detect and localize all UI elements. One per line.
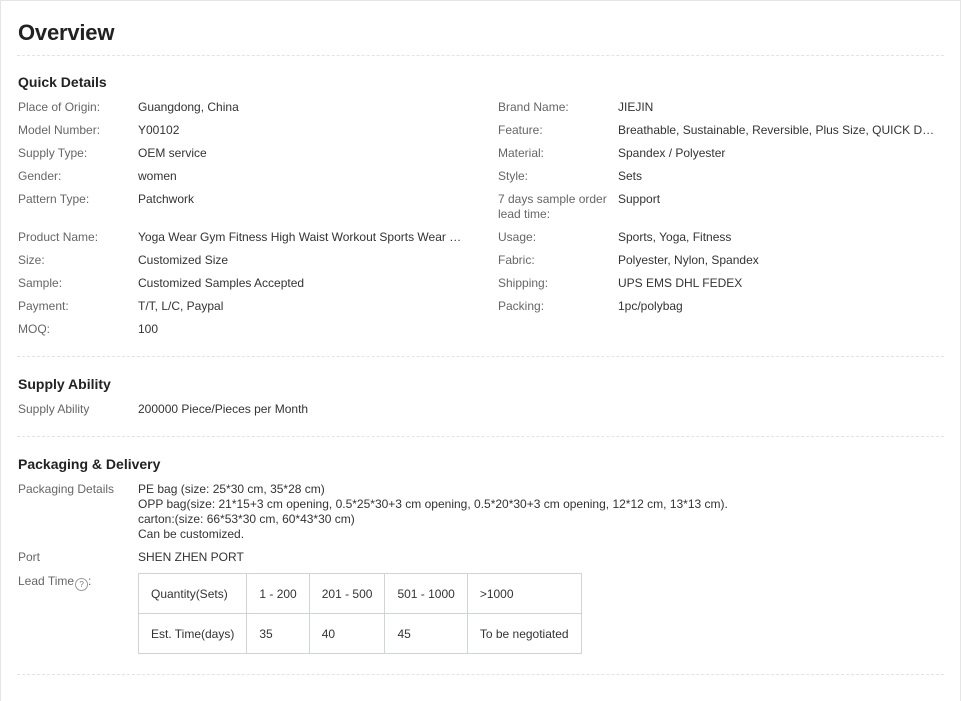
label-pattern-type: Pattern Type: [18, 192, 90, 206]
table-cell: Est. Time(days) [137, 613, 248, 654]
packaging-details-line: PE bag (size: 25*30 cm, 35*28 cm) [138, 482, 325, 496]
value-sample-lead-time: Support [618, 192, 661, 206]
label-shipping: Shipping: [498, 276, 549, 290]
table-cell: 1 - 200 [246, 573, 310, 614]
label-moq: MOQ: [18, 322, 50, 336]
value-size: Customized Size [138, 253, 229, 267]
table-cell: 201 - 500 [308, 573, 386, 614]
value-shipping: UPS EMS DHL FEDEX [618, 276, 743, 290]
value-material: Spandex / Polyester [618, 146, 726, 160]
section-title-packaging-delivery: Packaging & Delivery [18, 456, 161, 472]
label-supply-type: Supply Type: [18, 146, 88, 160]
label-sample: Sample: [18, 276, 63, 290]
label-size: Size: [18, 253, 45, 267]
label-model-number: Model Number: [18, 123, 101, 137]
value-brand-name: JIEJIN [618, 100, 654, 114]
label-lead-time: Lead Time?: [18, 574, 91, 591]
value-usage: Sports, Yoga, Fitness [618, 230, 732, 244]
value-gender: women [138, 169, 177, 183]
label-payment: Payment: [18, 299, 69, 313]
table-row: Quantity(Sets) 1 - 200 201 - 500 501 - 1… [137, 573, 582, 614]
value-payment: T/T, L/C, Paypal [138, 299, 224, 313]
divider [17, 674, 944, 675]
label-material: Material: [498, 146, 545, 160]
label-port: Port [18, 550, 41, 564]
label-style: Style: [498, 169, 529, 183]
table-cell: >1000 [466, 573, 582, 614]
value-place-of-origin: Guangdong, China [138, 100, 239, 114]
table-cell: 40 [308, 613, 386, 654]
value-model-number: Y00102 [138, 123, 180, 137]
table-cell: 501 - 1000 [384, 573, 468, 614]
packaging-details-line: carton:(size: 66*53*30 cm, 60*43*30 cm) [138, 512, 355, 526]
label-usage: Usage: [498, 230, 537, 244]
label-sample-lead-time: 7 days sample order lead time: [498, 192, 607, 221]
label-product-name: Product Name: [18, 230, 99, 244]
label-packing: Packing: [498, 299, 545, 313]
value-product-name: Yoga Wear Gym Fitness High Waist Workout… [138, 230, 468, 244]
value-packing: 1pc/polybag [618, 299, 683, 313]
lead-time-text: Lead Time [18, 574, 75, 588]
table-cell: To be negotiated [466, 613, 582, 654]
table-cell: 35 [246, 613, 310, 654]
lead-time-table: Quantity(Sets) 1 - 200 201 - 500 501 - 1… [137, 573, 582, 654]
value-moq: 100 [138, 322, 159, 336]
lead-time-colon: : [88, 574, 92, 588]
page-title: Overview [18, 20, 115, 45]
label-brand-name: Brand Name: [498, 100, 569, 114]
table-cell: 45 [384, 613, 468, 654]
packaging-details-line: OPP bag(size: 21*15+3 cm opening, 0.5*25… [138, 497, 728, 511]
value-supply-type: OEM service [138, 146, 207, 160]
label-fabric: Fabric: [498, 253, 535, 267]
table-cell: Quantity(Sets) [137, 573, 248, 614]
value-style: Sets [618, 169, 643, 183]
help-icon[interactable]: ? [75, 578, 89, 591]
section-title-supply-ability: Supply Ability [18, 376, 111, 392]
label-place-of-origin: Place of Origin: [18, 100, 101, 114]
product-overview-panel: Overview Quick Details Place of Origin: … [0, 0, 961, 701]
value-feature: Breathable, Sustainable, Reversible, Plu… [618, 123, 941, 137]
label-supply-ability: Supply Ability [18, 402, 90, 416]
divider [17, 55, 944, 56]
label-feature: Feature: [498, 123, 543, 137]
value-pattern-type: Patchwork [138, 192, 195, 206]
value-fabric: Polyester, Nylon, Spandex [618, 253, 759, 267]
value-sample: Customized Samples Accepted [138, 276, 305, 290]
label-gender: Gender: [18, 169, 62, 183]
value-port: SHEN ZHEN PORT [138, 550, 244, 564]
table-row: Est. Time(days) 35 40 45 To be negotiate… [137, 613, 582, 654]
divider [17, 436, 944, 437]
section-title-quick-details: Quick Details [18, 74, 107, 90]
divider [17, 356, 944, 357]
packaging-details-line: Can be customized. [138, 527, 245, 541]
value-supply-ability: 200000 Piece/Pieces per Month [138, 402, 309, 416]
label-packaging-details: Packaging Details [18, 482, 115, 496]
